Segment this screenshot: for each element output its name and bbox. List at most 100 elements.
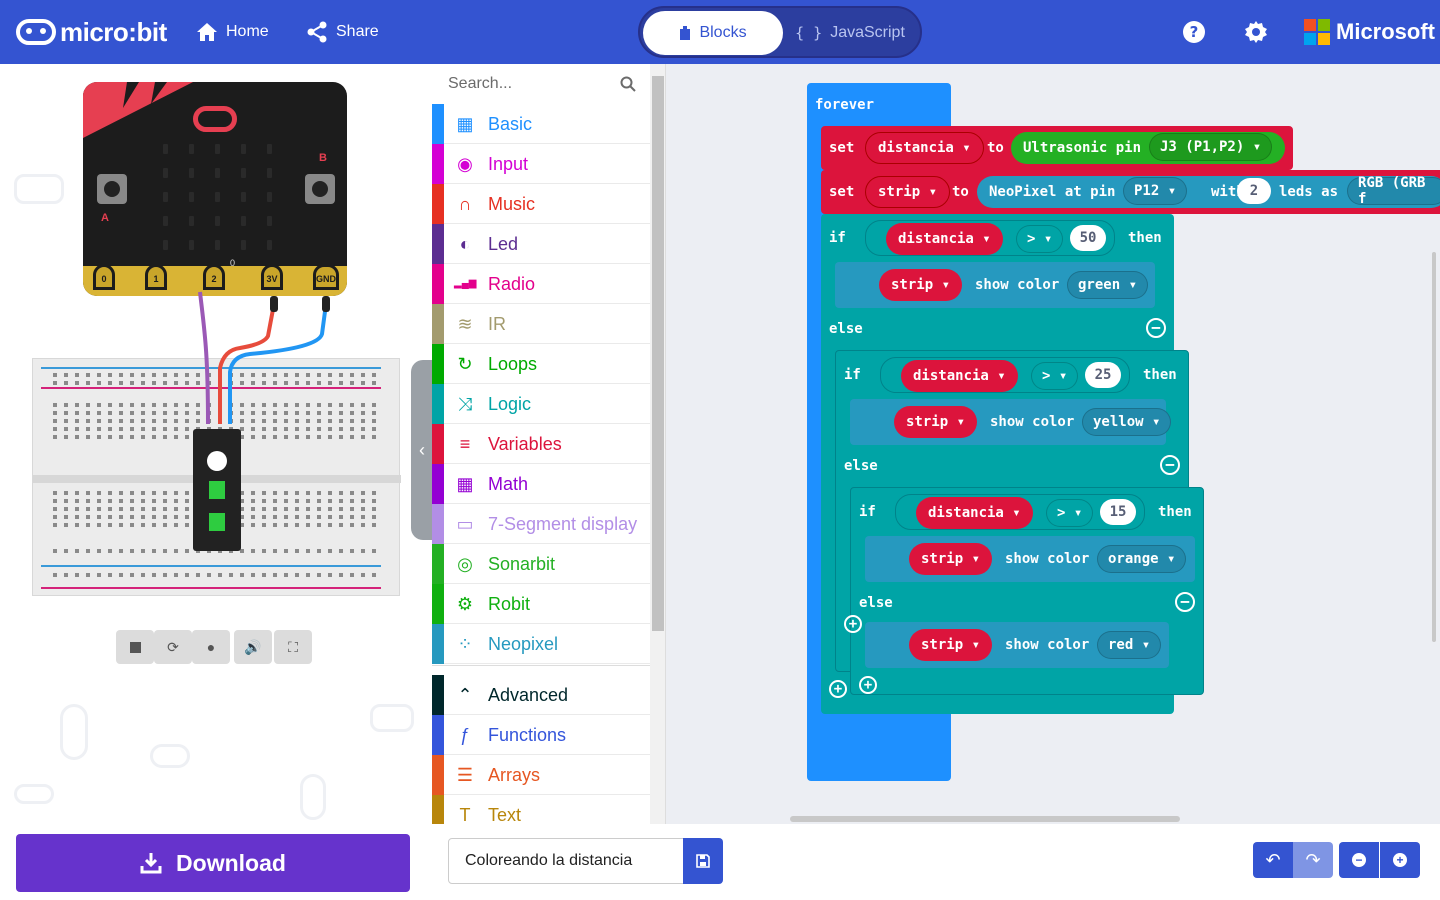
category-led[interactable]: ◐ Led (432, 224, 650, 264)
save-button[interactable] (683, 838, 723, 884)
pin-0[interactable]: 0 (93, 264, 115, 290)
microbit-logo[interactable]: micro:bit (16, 17, 167, 47)
pin-3v[interactable]: 3V (261, 264, 283, 290)
compare-block[interactable]: distancia ▾ > ▾ 15 (895, 494, 1145, 530)
operator-dropdown[interactable]: > ▾ (1046, 499, 1094, 527)
pin-1[interactable]: 1 (145, 264, 167, 290)
download-button[interactable]: Download (16, 834, 410, 892)
add-else-icon[interactable]: + (859, 676, 877, 694)
pin-dropdown[interactable]: P12 ▾ (1123, 177, 1188, 205)
breadboard-hole (328, 435, 332, 439)
fullscreen-button[interactable]: ⛶ (274, 630, 312, 664)
gear-icon[interactable] (1244, 20, 1268, 44)
category-basic[interactable]: ▦ Basic (432, 104, 650, 144)
slowmo-button[interactable]: ● (192, 630, 230, 664)
operator-dropdown[interactable]: > ▾ (1016, 225, 1064, 253)
variable-reporter[interactable]: strip ▾ (894, 406, 978, 438)
neopixel-create-block[interactable]: NeoPixel at pin P12 ▾ with 2 leds as RGB… (977, 175, 1440, 208)
button-b[interactable] (305, 174, 335, 204)
microbit-board[interactable]: A B 0 0 1 2 3V GND (83, 82, 347, 296)
remove-else-icon[interactable]: − (1146, 318, 1166, 338)
add-else-icon[interactable]: + (829, 680, 847, 698)
show-color-block[interactable]: strip ▾ show color yellow ▾ (850, 399, 1172, 445)
blocks-workspace[interactable]: forever set distancia ▾ to Ultrasonic pi… (666, 64, 1440, 824)
category-variables[interactable]: ≡ Variables (432, 424, 650, 464)
operator-dropdown[interactable]: > ▾ (1031, 362, 1079, 390)
neopixel-module[interactable] (193, 429, 241, 551)
threshold-input[interactable]: 50 (1070, 225, 1106, 251)
category-neopixel[interactable]: ⁘ Neopixel (432, 624, 650, 664)
category-music[interactable]: ∩ Music (432, 184, 650, 224)
variable-dropdown[interactable]: distancia ▾ (865, 132, 984, 164)
color-dropdown[interactable]: yellow ▾ (1082, 408, 1172, 436)
mute-button[interactable]: 🔊 (234, 630, 272, 664)
home-button[interactable]: Home (196, 20, 269, 44)
category-arrays[interactable]: ☰ Arrays (432, 755, 650, 795)
remove-else-icon[interactable]: − (1160, 455, 1180, 475)
mode-dropdown[interactable]: RGB (GRB f (1347, 175, 1440, 207)
variable-reporter[interactable]: distancia ▾ (901, 360, 1018, 392)
show-color-block[interactable]: strip ▾ show color orange ▾ (865, 536, 1195, 582)
category-advanced[interactable]: ⌃ Advanced (432, 675, 650, 715)
help-icon[interactable]: ? (1182, 20, 1206, 44)
add-else-icon[interactable]: + (844, 615, 862, 633)
category-math[interactable]: ▦ Math (432, 464, 650, 504)
category-text[interactable]: T Text (432, 795, 650, 824)
remove-else-icon[interactable]: − (1175, 592, 1195, 612)
variable-reporter[interactable]: distancia ▾ (916, 497, 1033, 529)
breadboard-hole (174, 427, 178, 431)
show-color-block[interactable]: strip ▾ show color red ▾ (865, 622, 1169, 668)
breadboard-hole (64, 373, 68, 377)
workspace-vertical-scrollbar[interactable] (1432, 252, 1436, 642)
set-strip-block[interactable]: set strip ▾ to NeoPixel at pin P12 ▾ wit… (821, 170, 1440, 214)
set-distancia-block[interactable]: set distancia ▾ to Ultrasonic pin J3 (P1… (821, 126, 1293, 170)
variable-dropdown[interactable]: strip ▾ (865, 176, 951, 208)
collapse-simulator-button[interactable]: ‹ (411, 360, 432, 540)
show-color-block[interactable]: strip ▾ show color green ▾ (835, 262, 1155, 308)
share-button[interactable]: Share (306, 20, 379, 44)
pin-2[interactable]: 2 (203, 264, 225, 290)
category-logic[interactable]: ⤨ Logic (432, 384, 650, 424)
variable-reporter[interactable]: strip ▾ (909, 629, 993, 661)
compare-block[interactable]: distancia ▾ > ▾ 25 (880, 357, 1130, 393)
threshold-input[interactable]: 15 (1100, 499, 1136, 525)
tab-javascript[interactable]: { } JavaScript (780, 11, 920, 55)
variable-reporter[interactable]: distancia ▾ (886, 223, 1003, 255)
led-count-input[interactable]: 2 (1237, 178, 1271, 204)
color-dropdown[interactable]: red ▾ (1097, 631, 1162, 659)
ultrasonic-block[interactable]: Ultrasonic pin J3 (P1,P2) ▾ (1011, 132, 1285, 164)
tab-blocks[interactable]: Blocks (643, 11, 783, 55)
variable-reporter[interactable]: strip ▾ (879, 269, 963, 301)
compare-block[interactable]: distancia ▾ > ▾ 50 (865, 220, 1115, 256)
zoom-out-button[interactable]: − (1339, 842, 1379, 878)
variable-reporter[interactable]: strip ▾ (909, 543, 993, 575)
if-else-block-1[interactable]: if distancia ▾ > ▾ 50 then strip ▾ show … (821, 214, 1204, 714)
category-robit[interactable]: ⚙ Robit (432, 584, 650, 624)
undo-button[interactable]: ↶ (1253, 842, 1293, 878)
pin-gnd[interactable]: GND (313, 264, 339, 290)
category-radio[interactable]: ▂▄▆ Radio (432, 264, 650, 304)
restart-button[interactable]: ⟳ (154, 630, 192, 664)
redo-button[interactable]: ↷ (1293, 842, 1333, 878)
if-else-block-3[interactable]: if distancia ▾ > ▾ 15 then strip ▾ show … (850, 487, 1204, 695)
if-else-block-2[interactable]: if distancia ▾ > ▾ 25 then strip ▾ show … (835, 350, 1204, 695)
category-sonarbit[interactable]: ◎ Sonarbit (432, 544, 650, 584)
stop-button[interactable] (116, 630, 154, 664)
pin-dropdown[interactable]: J3 (P1,P2) ▾ (1149, 133, 1273, 161)
search-input[interactable]: Search... (432, 64, 650, 104)
category-input[interactable]: ◉ Input (432, 144, 650, 184)
scrollbar-thumb[interactable] (652, 76, 664, 631)
project-name-input[interactable]: Coloreando la distancia (448, 838, 684, 884)
category-ir[interactable]: ≋ IR (432, 304, 650, 344)
threshold-input[interactable]: 25 (1085, 362, 1121, 388)
category-functions[interactable]: ƒ Functions (432, 715, 650, 755)
color-dropdown[interactable]: orange ▾ (1097, 545, 1187, 573)
workspace-horizontal-scrollbar[interactable] (790, 816, 1180, 822)
button-a[interactable] (97, 174, 127, 204)
category-7-segment-display[interactable]: ▭ 7-Segment display (432, 504, 650, 544)
zoom-in-button[interactable]: + (1380, 842, 1420, 878)
microsoft-logo[interactable]: Microsoft (1304, 19, 1435, 45)
category-loops[interactable]: ↻ Loops (432, 344, 650, 384)
toolbox-scrollbar[interactable] (650, 64, 665, 824)
color-dropdown[interactable]: green ▾ (1067, 271, 1149, 299)
